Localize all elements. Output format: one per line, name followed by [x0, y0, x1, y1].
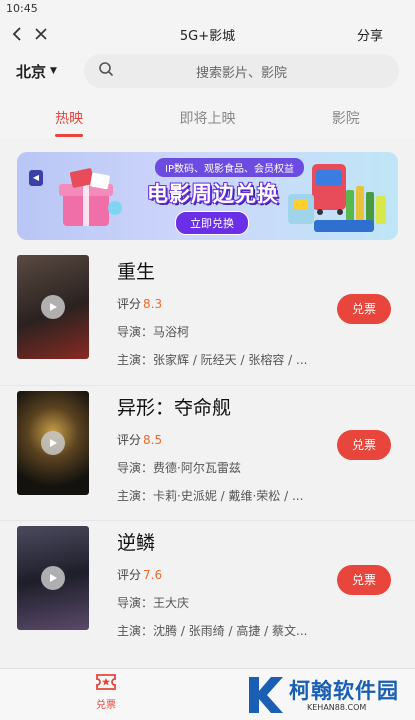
banner-headline: 电影周边兑换: [147, 182, 279, 206]
rating-label: 评分: [117, 568, 142, 582]
gift-box-illustration: [59, 168, 122, 226]
status-time: 10:45: [6, 2, 38, 15]
rating-label: 评分: [117, 433, 142, 447]
movie-cast: 主演：沈腾 / 张雨绮 / 高捷 / 蔡文...: [117, 624, 308, 638]
movie-cast: 主演：卡莉·史派妮 / 戴维·荣松 / ...: [117, 489, 304, 503]
banner-arrow-icon: ◀: [29, 170, 43, 186]
movie-cast: 主演：张家辉 / 阮经天 / 张榕容 / ...: [117, 353, 308, 367]
movie-director: 导演：马浴柯: [117, 325, 190, 339]
tab-now-showing[interactable]: 热映: [0, 92, 138, 138]
banner-subtitle: IP数码、观影食品、会员权益: [155, 158, 304, 177]
location-search-row: 北京 ▼ 搜索影片、影院: [0, 50, 415, 92]
search-input[interactable]: 搜索影片、影院: [84, 54, 399, 88]
redeem-ticket-button[interactable]: 兑票: [337, 430, 391, 460]
movie-info: 逆鳞 评分 7.6 导演：王大庆 主演：沈腾 / 张雨绮 / 高捷 / 蔡文...: [117, 526, 307, 639]
caret-down-icon: ▼: [50, 66, 57, 76]
ticket-icon: [96, 674, 116, 690]
watermark-text: 柯翰软件园: [289, 679, 399, 703]
movie-title: 重生: [117, 261, 156, 283]
watermark-k-icon: [249, 677, 283, 713]
movie-info: 重生 评分 8.3 导演：马浴柯 主演：张家辉 / 阮经天 / 张榕容 / ...: [117, 255, 307, 368]
movie-title: 逆鳞: [117, 532, 156, 554]
tab-cinemas[interactable]: 影院: [277, 92, 415, 138]
play-icon[interactable]: [41, 295, 65, 319]
back-icon[interactable]: [8, 23, 26, 45]
rating-score: 8.5: [143, 433, 163, 447]
movie-rating: 评分 8.5: [117, 431, 303, 448]
city-selector[interactable]: 北京 ▼: [16, 61, 76, 82]
movie-director: 导演：费德·阿尔瓦雷兹: [117, 461, 241, 475]
movie-item[interactable]: 重生 评分 8.3 导演：马浴柯 主演：张家辉 / 阮经天 / 张榕容 / ...…: [0, 250, 415, 385]
movie-poster[interactable]: [17, 526, 89, 630]
share-button[interactable]: 分享: [357, 25, 383, 44]
rating-score: 7.6: [143, 568, 163, 582]
rating-label: 评分: [117, 297, 142, 311]
search-icon: [98, 61, 114, 81]
movie-item[interactable]: 异形：夺命舰 评分 8.5 导演：费德·阿尔瓦雷兹 主演：卡莉·史派妮 / 戴维·…: [0, 385, 415, 520]
play-icon[interactable]: [41, 431, 65, 455]
page-title: 5G+影城: [179, 28, 236, 44]
rating-score: 8.3: [143, 297, 163, 311]
movie-rating: 评分 7.6: [117, 566, 307, 583]
movie-director: 导演：王大庆: [117, 596, 190, 610]
title-bar: 5G+影城 分享: [0, 18, 415, 50]
movie-poster[interactable]: [17, 391, 89, 495]
movie-rating: 评分 8.3: [117, 295, 307, 312]
play-icon[interactable]: [41, 566, 65, 590]
movie-info: 异形：夺命舰 评分 8.5 导演：费德·阿尔瓦雷兹 主演：卡莉·史派妮 / 戴维·…: [117, 391, 303, 504]
nav-label: 兑票: [96, 700, 116, 711]
movie-poster[interactable]: [17, 255, 89, 359]
movie-title: 异形：夺命舰: [117, 397, 232, 419]
city-label: 北京: [16, 62, 47, 81]
search-placeholder: 搜索影片、影院: [195, 65, 287, 81]
status-bar: 10:45: [0, 0, 415, 18]
redeem-ticket-button[interactable]: 兑票: [337, 294, 391, 324]
redeem-ticket-button[interactable]: 兑票: [337, 565, 391, 595]
tab-bar: 热映 即将上映 影院: [0, 92, 415, 138]
watermark-logo: 柯翰软件园 KEHAN88.COM: [243, 673, 411, 717]
close-icon[interactable]: [32, 23, 50, 45]
promo-banner[interactable]: ◀ IP数码、观影食品、会员权益 电影周边兑换 立即兑换: [17, 152, 398, 240]
banner-redeem-button[interactable]: 立即兑换: [175, 211, 249, 235]
nav-item-redeem[interactable]: 兑票: [86, 673, 126, 711]
movie-list: 重生 评分 8.3 导演：马浴柯 主演：张家辉 / 阮经天 / 张榕容 / ...…: [0, 250, 415, 655]
movie-item[interactable]: 逆鳞 评分 7.6 导演：王大庆 主演：沈腾 / 张雨绮 / 高捷 / 蔡文...…: [0, 520, 415, 655]
tab-coming-soon[interactable]: 即将上映: [138, 92, 276, 138]
merchandise-illustration: [288, 164, 386, 232]
watermark-url: KEHAN88.COM: [307, 703, 367, 712]
